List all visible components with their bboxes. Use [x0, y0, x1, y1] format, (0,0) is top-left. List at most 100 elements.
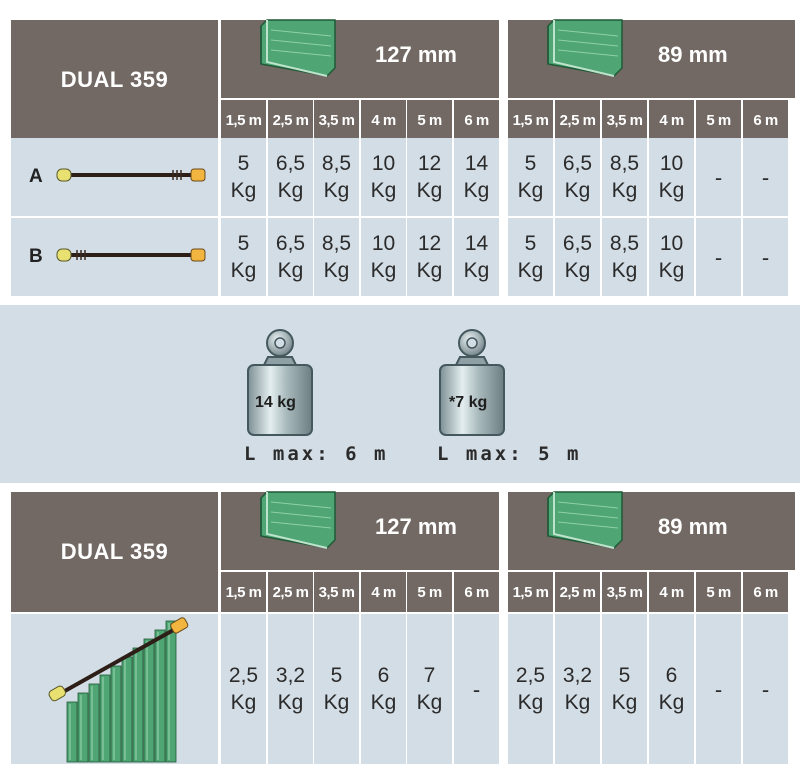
value-cell: 5 Kg: [221, 218, 266, 296]
value-cell: -: [743, 218, 788, 296]
value-cell: -: [696, 138, 741, 216]
value: 2,5: [228, 664, 259, 687]
unit: Kg: [416, 691, 443, 714]
value-cell: -: [696, 218, 741, 296]
unit: Kg: [564, 691, 591, 714]
unit: Kg: [230, 179, 257, 202]
value: 8,5: [321, 152, 352, 175]
value: 12: [417, 232, 442, 255]
unit: Kg: [517, 179, 544, 202]
value: 14: [464, 152, 489, 175]
value: 8,5: [609, 152, 640, 175]
value-cell: 12 Kg: [407, 138, 452, 216]
value-cell: -: [743, 614, 788, 764]
value-cell: -: [454, 614, 499, 764]
profile-icon: [547, 19, 623, 77]
value: 6: [377, 664, 390, 687]
length-header: 2,5 m: [268, 572, 313, 612]
unit: Kg: [230, 259, 257, 282]
unit: Kg: [370, 259, 397, 282]
length-header: 5 m: [696, 100, 741, 140]
lmax-label: L max: 5 m: [437, 443, 582, 465]
length-header: 5 m: [696, 572, 741, 612]
value-cell: 14 Kg: [454, 138, 499, 216]
value-cell: 14 Kg: [454, 218, 499, 296]
value: 6,5: [562, 232, 593, 255]
unit: Kg: [658, 179, 685, 202]
value-cell: 3,2 Kg: [555, 614, 600, 764]
unit: Kg: [463, 179, 490, 202]
value-cell: 6,5 Kg: [268, 218, 313, 296]
value-cell: -: [696, 614, 741, 764]
length-header: 4 m: [361, 100, 406, 140]
value-cell: 8,5 Kg: [602, 138, 647, 216]
unit: Kg: [416, 259, 443, 282]
rod-icon: [55, 164, 207, 191]
value: 5: [237, 152, 250, 175]
value-cell: 2,5 Kg: [221, 614, 266, 764]
value: 5: [524, 232, 537, 255]
product-title: DUAL 359: [11, 492, 218, 612]
length-header: 5 m: [407, 100, 452, 140]
value-cell: 10 Kg: [649, 218, 694, 296]
unit: Kg: [658, 259, 685, 282]
length-header: 1,5 m: [508, 100, 553, 140]
value-cell: 10 Kg: [361, 218, 406, 296]
value-cell: 6,5 Kg: [268, 138, 313, 216]
value: 10: [371, 152, 396, 175]
length-header: 4 m: [649, 100, 694, 140]
unit: Kg: [277, 179, 304, 202]
length-header: 3,5 m: [314, 100, 359, 140]
rod-icon: [56, 168, 206, 181]
product-title: DUAL 359: [11, 20, 218, 140]
length-header: 2,5 m: [555, 100, 600, 140]
value-cell: 5 Kg: [314, 614, 359, 764]
length-header: 4 m: [361, 572, 406, 612]
angled-profile-icon: [11, 614, 218, 764]
length-header: 2,5 m: [268, 100, 313, 140]
value: 8,5: [609, 232, 640, 255]
rod-icon: [56, 248, 206, 261]
length-header: 1,5 m: [508, 572, 553, 612]
profile-icon: [260, 491, 336, 549]
weight-1: 14 kg: [246, 327, 314, 437]
unit: Kg: [323, 179, 350, 202]
value-cell: 5 Kg: [602, 614, 647, 764]
value: 6,5: [275, 232, 306, 255]
value-cell: 8,5 Kg: [314, 138, 359, 216]
length-header: 2,5 m: [555, 572, 600, 612]
size-label: 89 mm: [658, 42, 728, 67]
size-header: 127 mm: [221, 19, 499, 98]
value-cell: -: [743, 138, 788, 216]
value-cell: 6 Kg: [649, 614, 694, 764]
value: 6,5: [562, 152, 593, 175]
length-header: 4 m: [649, 572, 694, 612]
weight-icon: [247, 329, 313, 436]
value-cell: 10 Kg: [361, 138, 406, 216]
value: 3,2: [562, 664, 593, 687]
length-header: 6 m: [743, 572, 788, 612]
rod-icon: [55, 244, 207, 271]
length-header: 6 m: [454, 572, 499, 612]
value: 10: [371, 232, 396, 255]
unit: Kg: [517, 691, 544, 714]
weight-label: *7 kg: [449, 394, 488, 411]
value-cell: 7 Kg: [407, 614, 452, 764]
value-cell: 5 Kg: [508, 138, 553, 216]
unit: Kg: [277, 691, 304, 714]
unit: Kg: [517, 259, 544, 282]
profile-icon: [260, 19, 336, 77]
unit: Kg: [611, 259, 638, 282]
unit: Kg: [370, 179, 397, 202]
length-header: 1,5 m: [221, 100, 266, 140]
weights-band: 14 kg L max: 6 m *7 kg L max: 5 m: [0, 305, 800, 483]
weight-icon: [439, 329, 505, 436]
value: 6,5: [275, 152, 306, 175]
value-cell: 8,5 Kg: [314, 218, 359, 296]
length-header: 3,5 m: [314, 572, 359, 612]
length-header: 3,5 m: [602, 100, 647, 140]
size-label: 127 mm: [375, 42, 457, 67]
value-cell: 6 Kg: [361, 614, 406, 764]
bottom-table: DUAL 359 127 mm 89 mm 1,5 m 2,5 m 3,5 m4 m5…: [0, 488, 800, 771]
row-label: B: [29, 246, 43, 267]
